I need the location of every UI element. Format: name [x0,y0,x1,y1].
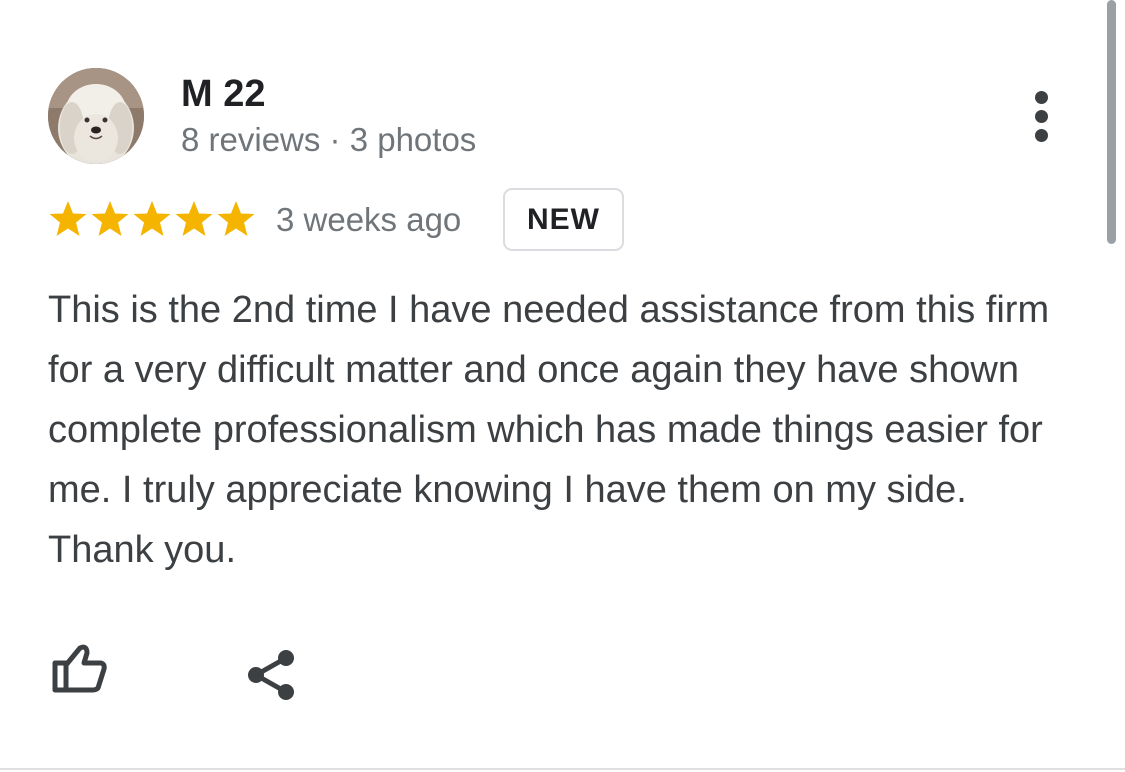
review-date: 3 weeks ago [276,201,462,238]
share-icon [248,650,294,700]
dog-avatar-icon [48,68,144,164]
star-icon [216,199,256,239]
divider [0,768,1125,770]
star-icon [90,199,130,239]
share-button[interactable] [244,646,298,704]
reviewer-stats: 8 reviews · 3 photos [181,121,477,158]
like-button[interactable] [50,643,110,699]
star-icon [132,199,172,239]
thumbs-up-icon [52,644,107,693]
scrollbar[interactable] [1107,0,1116,244]
more-vert-icon-dot [1034,128,1048,142]
more-options-button[interactable] [1016,84,1066,148]
reviewer-avatar[interactable] [48,68,144,164]
new-badge: NEW [503,188,624,251]
review-text: This is the 2nd time I have needed assis… [48,289,1050,571]
review-card: M 22 8 reviews · 3 photos 3 weeks ago NE… [0,0,1125,772]
star-icon [174,199,214,239]
reviewer-name[interactable]: M 22 [181,72,265,116]
more-vert-icon-dot [1034,90,1048,104]
star-icon [48,199,88,239]
star-rating [48,199,256,239]
more-vert-icon-dot [1034,109,1048,123]
